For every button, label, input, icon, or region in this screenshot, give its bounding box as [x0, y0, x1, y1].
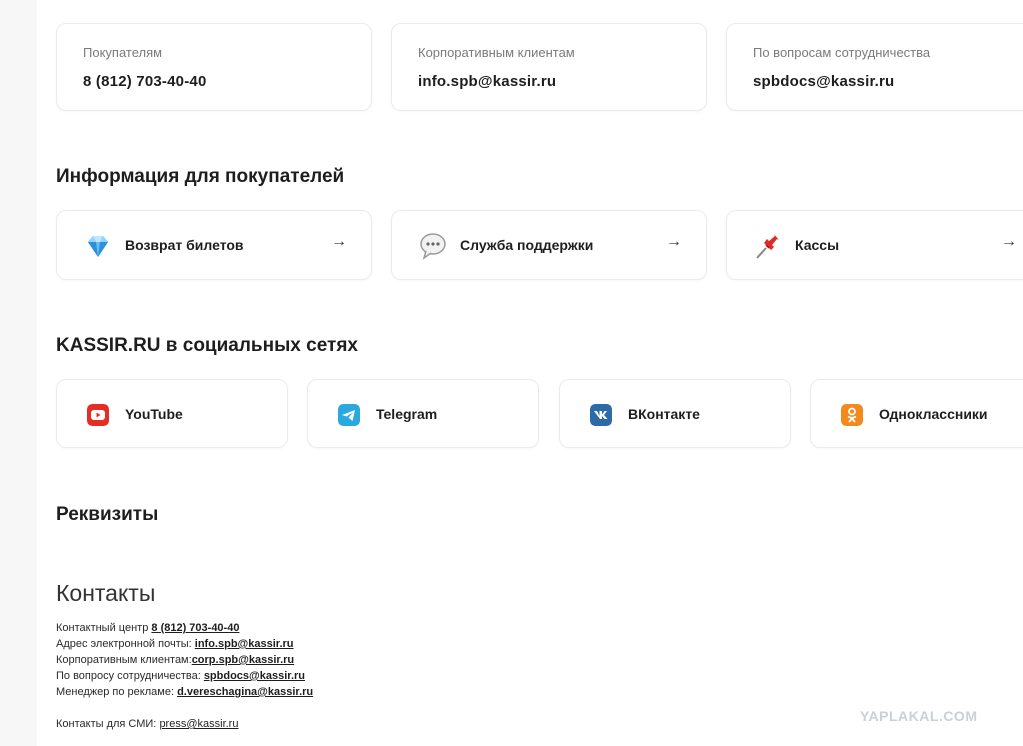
info-card-box-offices[interactable]: Кассы →	[726, 210, 1023, 280]
info-section-title: Информация для покупателей	[56, 166, 345, 187]
contact-card-value[interactable]: spbdocs@kassir.ru	[753, 73, 894, 90]
social-card-odnoklassniki[interactable]: Одноклассники	[810, 379, 1023, 448]
info-card-refund[interactable]: Возврат билетов →	[56, 210, 372, 280]
watermark: YAPLAKAL.COM	[860, 708, 978, 724]
contact-line-label: Менеджер по рекламе:	[56, 686, 174, 698]
social-card-label: Telegram	[376, 406, 438, 422]
contact-line-link[interactable]: corp.spb@kassir.ru	[192, 654, 294, 666]
social-section-title: KASSIR.RU в социальных сетях	[56, 335, 358, 356]
pushpin-icon	[756, 234, 779, 259]
contact-card-label: По вопросам сотрудничества	[753, 45, 931, 60]
contact-card-value[interactable]: info.spb@kassir.ru	[418, 73, 556, 90]
contact-line-partnership: По вопросу сотрудничества: spbdocs@kassi…	[56, 670, 305, 682]
social-card-vk[interactable]: ВКонтакте	[559, 379, 791, 448]
contact-line-label: Контакты для СМИ:	[56, 718, 157, 730]
contact-line-link[interactable]: info.spb@kassir.ru	[195, 638, 294, 650]
gem-icon	[88, 236, 108, 257]
speech-bubble-icon	[420, 233, 446, 260]
social-card-label: ВКонтакте	[628, 406, 700, 422]
contact-card-buyers[interactable]: Покупателям 8 (812) 703-40-40	[56, 23, 372, 111]
arrow-right-icon: →	[666, 233, 682, 250]
contact-card-corporate[interactable]: Корпоративным клиентам info.spb@kassir.r…	[391, 23, 707, 111]
requisites-title: Реквизиты	[56, 504, 159, 525]
contact-card-partnership[interactable]: По вопросам сотрудничества spbdocs@kassi…	[726, 23, 1023, 111]
arrow-right-icon: →	[1001, 233, 1017, 250]
social-card-label: YouTube	[125, 406, 183, 422]
info-card-support[interactable]: Служба поддержки →	[391, 210, 707, 280]
contact-line-label: Корпоративным клиентам:	[56, 654, 192, 666]
contacts-title: Контакты	[56, 580, 156, 606]
contact-line-label: Контактный центр	[56, 622, 149, 634]
social-card-label: Одноклассники	[879, 406, 988, 422]
contact-line-link[interactable]: spbdocs@kassir.ru	[204, 670, 305, 682]
ok-icon	[841, 404, 863, 426]
contact-line-center: Контактный центр 8 (812) 703-40-40	[56, 622, 239, 634]
contact-line-label: Адрес электронной почты:	[56, 638, 192, 650]
contact-line-link[interactable]: d.vereschagina@kassir.ru	[177, 686, 313, 698]
contact-line-email: Адрес электронной почты: info.spb@kassir…	[56, 638, 294, 650]
contact-line-media: Контакты для СМИ: press@kassir.ru	[56, 718, 238, 730]
arrow-right-icon: →	[331, 233, 347, 250]
info-card-label: Возврат билетов	[125, 237, 244, 253]
contact-line-advertising: Менеджер по рекламе: d.vereschagina@kass…	[56, 686, 313, 698]
social-card-telegram[interactable]: Telegram	[307, 379, 539, 448]
youtube-icon	[87, 404, 109, 426]
contact-line-label: По вопросу сотрудничества:	[56, 670, 204, 682]
contact-card-label: Корпоративным клиентам	[418, 45, 575, 60]
contact-line-corporate: Корпоративным клиентам:corp.spb@kassir.r…	[56, 654, 294, 666]
telegram-icon	[338, 404, 360, 426]
left-sidebar-strip	[0, 0, 37, 746]
contact-card-label: Покупателям	[83, 45, 163, 60]
contact-line-link[interactable]: press@kassir.ru	[159, 718, 238, 730]
info-card-label: Кассы	[795, 237, 840, 253]
vk-icon	[590, 404, 612, 426]
info-card-label: Служба поддержки	[460, 237, 594, 253]
social-card-youtube[interactable]: YouTube	[56, 379, 288, 448]
contact-card-value[interactable]: 8 (812) 703-40-40	[83, 73, 206, 90]
contact-line-link[interactable]: 8 (812) 703-40-40	[151, 622, 239, 634]
